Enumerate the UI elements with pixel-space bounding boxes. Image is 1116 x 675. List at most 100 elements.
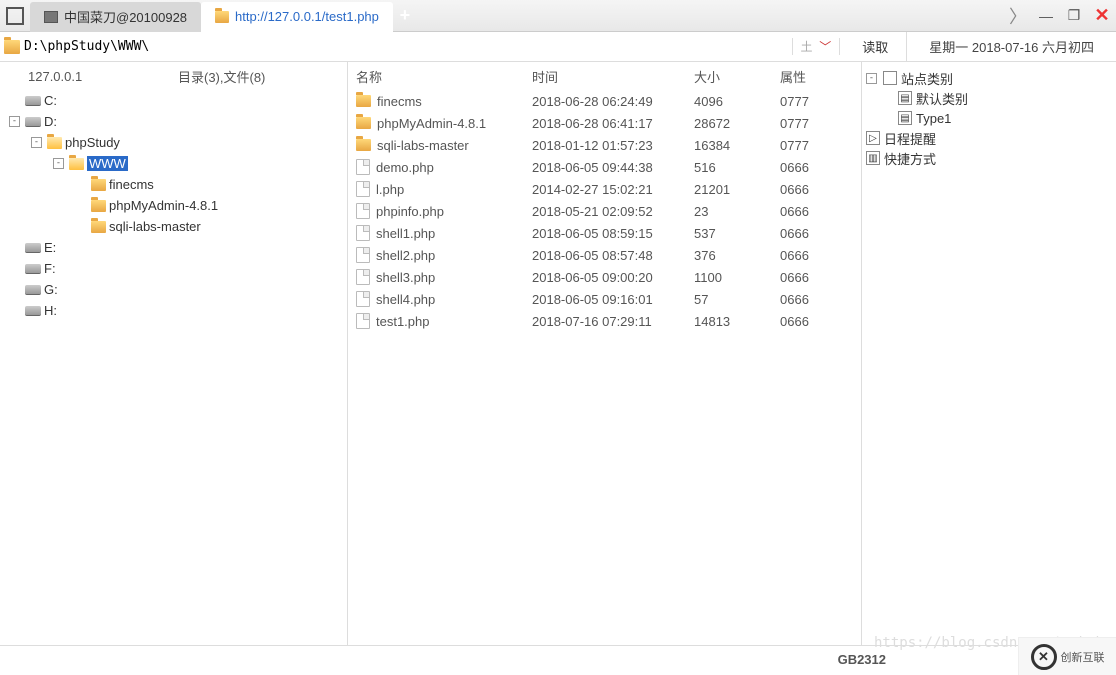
file-row[interactable]: shell4.php2018-06-05 09:16:01570666	[348, 288, 861, 310]
drive-icon	[25, 285, 41, 295]
file-attr: 0777	[780, 94, 840, 109]
file-icon	[356, 247, 370, 263]
drive-icon	[25, 243, 41, 253]
date-info: 星期一 2018-07-16 六月初四	[911, 37, 1112, 56]
file-size: 14813	[694, 314, 780, 329]
path-input[interactable]	[24, 39, 788, 54]
tree-row[interactable]: sqli-labs-master	[0, 216, 347, 237]
col-header-time[interactable]: 时间	[532, 67, 694, 86]
file-icon	[356, 269, 370, 285]
folder-icon	[47, 137, 62, 149]
tree-row[interactable]: C:	[0, 90, 347, 111]
file-row[interactable]: phpinfo.php2018-05-21 02:09:52230666	[348, 200, 861, 222]
col-header-name[interactable]: 名称	[356, 67, 532, 86]
expander-icon[interactable]: -	[9, 116, 20, 127]
note-icon: ▥	[866, 151, 880, 165]
path-dropdown[interactable]: 土 ﹀	[792, 38, 841, 55]
file-list-header: 名称 时间 大小 属性	[348, 62, 861, 90]
window-controls: 〉 — ❐ ✕	[1004, 2, 1116, 30]
collapse-icon[interactable]: -	[866, 73, 877, 84]
tree-row[interactable]: - D:	[0, 111, 347, 132]
tree-row[interactable]: H:	[0, 300, 347, 321]
tab-label: http://127.0.0.1/test1.php	[235, 9, 379, 24]
file-size: 1100	[694, 270, 780, 285]
file-row[interactable]: l.php2014-02-27 15:02:21212010666	[348, 178, 861, 200]
file-size: 16384	[694, 138, 780, 153]
drive-icon	[25, 96, 41, 106]
expander-icon[interactable]: -	[31, 137, 42, 148]
tree-label: phpStudy	[65, 135, 120, 150]
sidebar-default-cat[interactable]: ▤ 默认类别	[866, 88, 1112, 108]
file-row[interactable]: demo.php2018-06-05 09:44:385160666	[348, 156, 861, 178]
sidebar-type1[interactable]: ▤ Type1	[866, 108, 1112, 128]
more-icon[interactable]: 〉	[1004, 2, 1032, 30]
drive-icon	[25, 306, 41, 316]
file-row[interactable]: finecms2018-06-28 06:24:4940960777	[348, 90, 861, 112]
tree-row[interactable]: finecms	[0, 174, 347, 195]
tree-row[interactable]: F:	[0, 258, 347, 279]
folder-icon	[356, 139, 371, 151]
tab-1[interactable]: http://127.0.0.1/test1.php	[201, 2, 393, 32]
folder-icon	[356, 117, 371, 129]
col-header-size[interactable]: 大小	[694, 67, 780, 86]
pathbar: 土 ﹀ 读取 星期一 2018-07-16 六月初四	[0, 32, 1116, 62]
minimize-button[interactable]: —	[1032, 2, 1060, 30]
sidebar-site-cat[interactable]: - 站点类别	[866, 68, 1112, 88]
tree-row[interactable]: - phpStudy	[0, 132, 347, 153]
file-row[interactable]: sqli-labs-master2018-01-12 01:57:2316384…	[348, 134, 861, 156]
tree-label: G:	[44, 282, 58, 297]
sidebar-shortcut[interactable]: ▥ 快捷方式	[866, 148, 1112, 168]
file-attr: 0666	[780, 270, 840, 285]
file-size: 57	[694, 292, 780, 307]
file-name: phpMyAdmin-4.8.1	[377, 116, 486, 131]
file-name: shell1.php	[376, 226, 435, 241]
file-name: shell3.php	[376, 270, 435, 285]
box-icon	[883, 71, 897, 85]
expander-icon	[9, 263, 20, 274]
expander-icon[interactable]: -	[53, 158, 64, 169]
file-row[interactable]: test1.php2018-07-16 07:29:11148130666	[348, 310, 861, 332]
tree-label: C:	[44, 93, 57, 108]
tree-label: phpMyAdmin-4.8.1	[109, 198, 218, 213]
file-row[interactable]: phpMyAdmin-4.8.12018-06-28 06:41:1728672…	[348, 112, 861, 134]
tab-0[interactable]: 中国菜刀@20100928	[30, 2, 201, 32]
read-button[interactable]: 读取	[844, 32, 907, 61]
tab-add-button[interactable]: +	[393, 5, 417, 26]
file-time: 2018-05-21 02:09:52	[532, 204, 694, 219]
file-size: 28672	[694, 116, 780, 131]
logo-icon: ✕	[1031, 644, 1057, 670]
app-icon	[44, 11, 58, 23]
file-time: 2014-02-27 15:02:21	[532, 182, 694, 197]
maximize-button[interactable]: ❐	[1060, 2, 1088, 30]
file-name: finecms	[377, 94, 422, 109]
tree-row[interactable]: -WWW	[0, 153, 347, 174]
folder-icon	[69, 158, 84, 170]
folder-icon	[356, 95, 371, 107]
col-header-attr[interactable]: 属性	[780, 67, 840, 86]
tab-label: 中国菜刀@20100928	[64, 7, 187, 26]
tree-header: 127.0.0.1 目录(3),文件(8)	[0, 62, 347, 90]
file-time: 2018-06-28 06:24:49	[532, 94, 694, 109]
tree-row[interactable]: phpMyAdmin-4.8.1	[0, 195, 347, 216]
file-attr: 0666	[780, 314, 840, 329]
file-time: 2018-07-16 07:29:11	[532, 314, 694, 329]
tree-row[interactable]: E:	[0, 237, 347, 258]
expander-icon	[9, 284, 20, 295]
doc-icon: ▤	[898, 91, 912, 105]
expander-icon	[75, 200, 86, 211]
tree-label: D:	[44, 114, 57, 129]
file-attr: 0666	[780, 160, 840, 175]
file-attr: 0666	[780, 204, 840, 219]
statusbar: GB2312	[0, 645, 1116, 673]
sidebar-schedule[interactable]: ▷ 日程提醒	[866, 128, 1112, 148]
file-row[interactable]: shell2.php2018-06-05 08:57:483760666	[348, 244, 861, 266]
file-size: 21201	[694, 182, 780, 197]
tree-row[interactable]: G:	[0, 279, 347, 300]
folder-icon	[4, 40, 20, 54]
file-time: 2018-06-05 09:44:38	[532, 160, 694, 175]
file-row[interactable]: shell1.php2018-06-05 08:59:155370666	[348, 222, 861, 244]
file-attr: 0777	[780, 138, 840, 153]
tree-header-summary: 目录(3),文件(8)	[178, 67, 265, 86]
close-button[interactable]: ✕	[1088, 2, 1116, 30]
file-row[interactable]: shell3.php2018-06-05 09:00:2011000666	[348, 266, 861, 288]
